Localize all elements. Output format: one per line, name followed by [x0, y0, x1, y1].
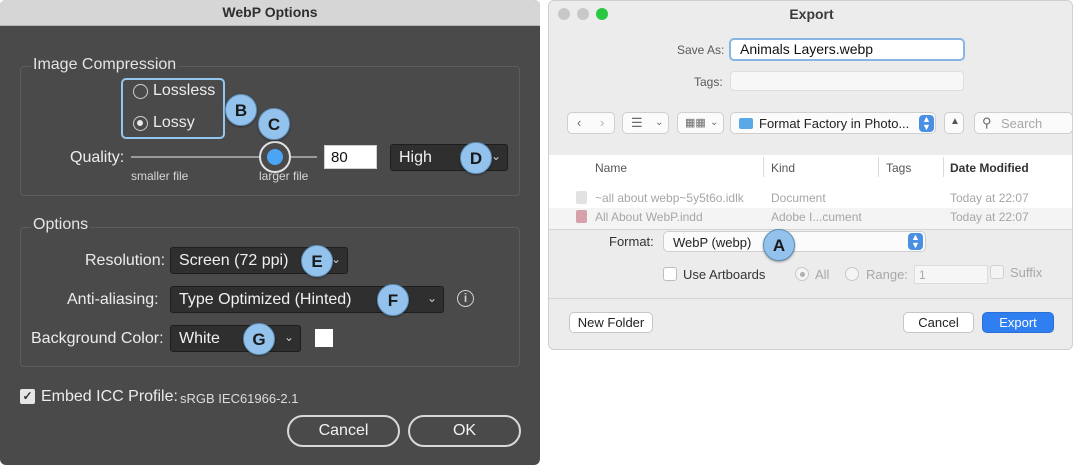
- format-label: Format:: [609, 234, 654, 249]
- all-label[interactable]: All: [815, 267, 829, 282]
- callout-e-badge: E: [301, 245, 333, 277]
- lossless-radio[interactable]: [133, 84, 148, 99]
- resolution-label: Resolution:: [85, 252, 166, 269]
- column-separator: [878, 157, 879, 177]
- chevron-down-icon: ⌄: [283, 330, 294, 344]
- list-view-icon: ☰: [631, 115, 643, 130]
- smaller-file-label: smaller file: [131, 169, 189, 183]
- list-divider: [549, 229, 1072, 230]
- indesign-file-icon: [576, 210, 587, 223]
- resolution-value: Screen (72 ppi): [179, 252, 289, 269]
- export-button[interactable]: Export: [982, 312, 1054, 333]
- lossy-radio[interactable]: [133, 116, 148, 131]
- chevron-down-icon: ⌄: [426, 291, 437, 305]
- callout-c-badge: C: [258, 108, 290, 140]
- callout-d-badge: D: [460, 142, 492, 174]
- callout-f-badge: F: [377, 284, 409, 316]
- callout-g-badge: G: [243, 323, 275, 355]
- background-color-dropdown[interactable]: White ⌄: [170, 325, 301, 352]
- folder-location-popup[interactable]: Format Factory in Photo... ▲ ▼: [730, 112, 936, 134]
- folder-name: Format Factory in Photo...: [759, 116, 910, 131]
- save-as-input[interactable]: Animals Layers.webp: [729, 38, 965, 61]
- quality-value-input[interactable]: 80: [324, 145, 377, 169]
- grid-view-button[interactable]: ▦▦ ⌄: [677, 112, 724, 134]
- range-radio[interactable]: [845, 267, 859, 281]
- suffix-label[interactable]: Suffix: [1010, 265, 1042, 280]
- callout-a-badge: A: [763, 229, 795, 261]
- suffix-checkbox[interactable]: [990, 265, 1004, 279]
- file-kind: Adobe I...cument: [771, 210, 862, 224]
- format-popup-stepper-icon: ▲ ▼: [908, 233, 923, 250]
- search-placeholder: Search: [1001, 116, 1043, 131]
- grid-view-icon: ▦▦: [685, 117, 706, 129]
- export-dialog-title: Export: [789, 6, 834, 22]
- icc-profile-name: sRGB IEC61966-2.1: [180, 391, 299, 406]
- background-color-label: Background Color:: [31, 330, 164, 347]
- ok-button[interactable]: OK: [408, 415, 521, 447]
- column-separator: [943, 157, 944, 177]
- collapse-button[interactable]: ▲: [944, 112, 964, 134]
- file-date: Today at 22:07: [950, 210, 1029, 224]
- webp-titlebar: WebP Options: [0, 0, 540, 26]
- footer-divider: [549, 298, 1072, 299]
- save-as-label: Save As:: [677, 43, 725, 57]
- search-icon: ⚲: [982, 115, 992, 130]
- file-name[interactable]: ~all about webp~5y5t6o.idlk: [595, 191, 744, 205]
- range-label[interactable]: Range:: [866, 267, 908, 282]
- file-date: Today at 22:07: [950, 191, 1029, 205]
- file-name[interactable]: All About WebP.indd: [595, 210, 703, 224]
- all-radio[interactable]: [795, 267, 809, 281]
- column-separator: [763, 157, 764, 177]
- chevron-down-icon: ⌄: [655, 117, 664, 128]
- column-date-header[interactable]: Date Modified: [950, 161, 1029, 175]
- chevron-left-icon[interactable]: ‹: [577, 115, 581, 130]
- folder-icon: [739, 118, 753, 129]
- search-field[interactable]: ⚲ Search: [974, 112, 1072, 134]
- larger-file-label: larger file: [259, 169, 309, 183]
- image-compression-title: Image Compression: [31, 56, 179, 74]
- file-kind: Document: [771, 191, 826, 205]
- anti-aliasing-value: Type Optimized (Hinted): [179, 291, 352, 308]
- lossy-label[interactable]: Lossy: [153, 114, 195, 132]
- background-color-swatch[interactable]: [315, 329, 333, 347]
- chevron-up-icon: ▲: [950, 116, 960, 127]
- background-color-value: White: [179, 330, 220, 347]
- column-tags-header[interactable]: Tags: [886, 161, 911, 175]
- list-view-button[interactable]: ☰ ⌄: [622, 112, 669, 134]
- options-title: Options: [31, 216, 91, 234]
- use-artboards-checkbox[interactable]: [663, 267, 677, 281]
- webp-options-dialog: WebP Options Image Compression Lossless …: [0, 0, 540, 465]
- export-cancel-button[interactable]: Cancel: [903, 312, 974, 333]
- chevron-right-icon[interactable]: ›: [600, 115, 604, 130]
- folder-popup-stepper-icon: ▲ ▼: [919, 115, 934, 132]
- embed-icc-checkbox[interactable]: ✓: [20, 389, 35, 404]
- chevron-down-icon: ⌄: [490, 149, 501, 163]
- info-icon[interactable]: i: [457, 290, 474, 307]
- tags-input[interactable]: [730, 71, 964, 91]
- quality-preset-value: High: [399, 149, 432, 166]
- format-value: WebP (webp): [673, 235, 752, 250]
- new-folder-button[interactable]: New Folder: [569, 312, 653, 333]
- export-dialog: Export Save As: Animals Layers.webp Tags…: [548, 0, 1073, 350]
- document-icon: [576, 191, 587, 204]
- quality-label: Quality:: [70, 149, 125, 166]
- column-kind-header[interactable]: Kind: [771, 161, 795, 175]
- anti-aliasing-label: Anti-aliasing:: [67, 291, 159, 308]
- tags-label: Tags:: [694, 75, 723, 89]
- use-artboards-label[interactable]: Use Artboards: [683, 267, 765, 282]
- chevron-down-icon: ⌄: [710, 117, 719, 128]
- back-forward-buttons[interactable]: ‹ ›: [567, 112, 615, 134]
- webp-dialog-title: WebP Options: [222, 4, 318, 20]
- lossless-label[interactable]: Lossless: [153, 82, 215, 100]
- cancel-button[interactable]: Cancel: [287, 415, 400, 447]
- column-name-header[interactable]: Name: [595, 161, 627, 175]
- callout-b-badge: B: [225, 94, 257, 126]
- range-input[interactable]: 1: [914, 265, 988, 284]
- embed-icc-label[interactable]: Embed ICC Profile:: [41, 388, 178, 406]
